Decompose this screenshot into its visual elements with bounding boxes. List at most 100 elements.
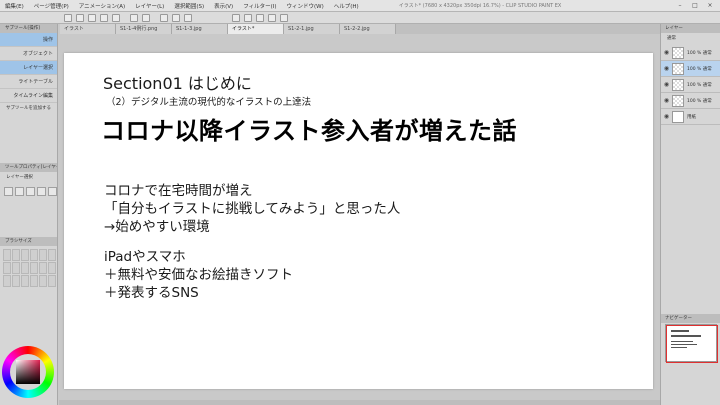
blend-mode-select[interactable]: 通常 [661,33,720,45]
subtool-timeline-edit[interactable]: タイムライン編集 [0,89,57,103]
brush-size-swatch[interactable] [48,262,56,274]
brush-size-swatch[interactable] [30,262,38,274]
subtool-light-table[interactable]: ライトテーブル [0,75,57,89]
tab-s1-2-1[interactable]: S1-2-1.jpg [284,24,340,34]
option-icon[interactable] [15,187,24,196]
layer-row-paper[interactable]: ◉ 用紙 [661,109,720,125]
brush-size-swatch[interactable] [12,275,20,287]
new-file-icon[interactable] [64,14,72,22]
subtool-empty-area [0,115,57,163]
fill-icon[interactable] [142,14,150,22]
layer-row[interactable]: ◉ 100 % 通常 [661,45,720,61]
navigator-line [671,330,689,332]
tab-s1-1-4[interactable]: S1-1-4例行.png [116,24,172,34]
tab-illust-active[interactable]: イラスト* [228,24,284,34]
subtool-object[interactable]: オブジェクト [0,47,57,61]
brush-size-swatch[interactable] [48,275,56,287]
option-icon[interactable] [4,187,13,196]
color-wheel[interactable] [2,346,54,398]
deselect-icon[interactable] [172,14,180,22]
subtool-group-operation[interactable]: 操作 [0,33,57,47]
brush-size-swatch[interactable] [30,275,38,287]
brush-size-swatch[interactable] [3,275,11,287]
undo-icon[interactable] [100,14,108,22]
brush-size-swatch[interactable] [21,262,29,274]
snap-guide-icon[interactable] [256,14,264,22]
canvas-area[interactable]: Section01 はじめに （2）デジタル主流の現代的なイラストの上達法 コロ… [59,34,660,400]
color-picker-square[interactable] [16,360,40,384]
transform-icon[interactable] [160,14,168,22]
tool-property-empty-area [0,199,57,237]
snap-grid-icon[interactable] [244,14,252,22]
slide-canvas[interactable]: Section01 はじめに （2）デジタル主流の現代的なイラストの上達法 コロ… [64,53,653,389]
minimize-icon[interactable]: – [674,1,686,10]
brush-size-swatch[interactable] [48,249,56,261]
tab-s1-2-2[interactable]: S1-2-2.jpg [340,24,396,34]
save-icon[interactable] [88,14,96,22]
layer-thumbnail [672,46,684,59]
subtool-header: サブツール[操作] [0,24,57,33]
brush-size-swatch[interactable] [12,249,20,261]
menu-item-filter[interactable]: フィルター(I) [238,2,281,10]
body-line: iPadやスマホ [104,249,186,265]
menu-item-selection[interactable]: 選択範囲(S) [169,2,209,10]
menu-item-edit[interactable]: 編集(E) [0,2,29,10]
layer-row[interactable]: ◉ 100 % 通常 [661,93,720,109]
brush-size-swatch[interactable] [39,275,47,287]
navigator-header-wrap: ナビゲーター [661,314,720,323]
tool-property-item: レイヤー選択 [6,175,33,180]
option-icon[interactable] [37,187,46,196]
brush-size-swatch[interactable] [3,249,11,261]
layer-row-selected[interactable]: ◉ 100 % 通常 [661,61,720,77]
layer-label: 100 % 通常 [687,66,712,72]
tab-illust[interactable]: イラスト [60,24,116,34]
brush-size-swatch[interactable] [39,249,47,261]
brush-size-swatch[interactable] [21,249,29,261]
snap-ruler-icon[interactable] [232,14,240,22]
document-tabs: イラスト S1-1-4例行.png S1-1-3.jpg イラスト* S1-2-… [60,24,660,34]
body-line: →始めやすい環境 [104,219,210,235]
clear-icon[interactable] [130,14,138,22]
redo-icon[interactable] [112,14,120,22]
menu-item-view[interactable]: 表示(V) [209,2,238,10]
eye-icon[interactable]: ◉ [663,97,670,104]
navigator-line [671,344,697,345]
subtool-layer-select[interactable]: レイヤー選択 [0,61,57,75]
add-subtool-button[interactable]: サブツールを追加する [0,103,57,115]
body-line: コロナで在宅時間が増え [104,183,253,199]
layer-row[interactable]: ◉ 100 % 通常 [661,77,720,93]
navigator-preview[interactable] [665,324,718,363]
brush-size-swatch[interactable] [30,249,38,261]
menu-item-layer[interactable]: レイヤー(L) [130,2,169,10]
open-file-icon[interactable] [76,14,84,22]
snap-perspective-icon[interactable] [268,14,276,22]
navigator-header: ナビゲーター [661,314,720,323]
layer-thumbnail [672,110,684,123]
tool-property-header: ツールプロパティ[レイヤー選択] [0,163,57,172]
eye-icon[interactable]: ◉ [663,65,670,72]
eye-icon[interactable]: ◉ [663,113,670,120]
menu-item-animation[interactable]: アニメーション(A) [74,2,130,10]
brush-size-swatch[interactable] [12,262,20,274]
eye-icon[interactable]: ◉ [663,49,670,56]
left-panel: サブツール[操作] 操作 オブジェクト レイヤー選択 ライトテーブル タイムライ… [0,24,58,405]
option-icon[interactable] [48,187,57,196]
window-title: イラスト* (7680 x 4320px 350dpi 16.7%) - CLI… [398,3,562,9]
tab-s1-1-3[interactable]: S1-1-3.jpg [172,24,228,34]
snap-special-icon[interactable] [280,14,288,22]
subheading: （2）デジタル主流の現代的なイラストの上達法 [106,97,312,108]
eye-icon[interactable]: ◉ [663,81,670,88]
menu-item-page[interactable]: ページ管理(P) [29,2,74,10]
invert-selection-icon[interactable] [184,14,192,22]
body-line: 「自分もイラストに挑戦してみよう」と思った人 [104,201,401,217]
brush-size-swatch[interactable] [39,262,47,274]
brush-size-swatch[interactable] [21,275,29,287]
brush-size-header: ブラシサイズ [0,237,57,246]
maximize-icon[interactable]: □ [689,1,701,10]
option-icon[interactable] [26,187,35,196]
layer-label: 100 % 通常 [687,82,712,88]
close-icon[interactable]: × [704,1,716,10]
layer-thumbnail [672,62,684,75]
brush-size-swatch[interactable] [3,262,11,274]
command-bar [0,12,720,24]
